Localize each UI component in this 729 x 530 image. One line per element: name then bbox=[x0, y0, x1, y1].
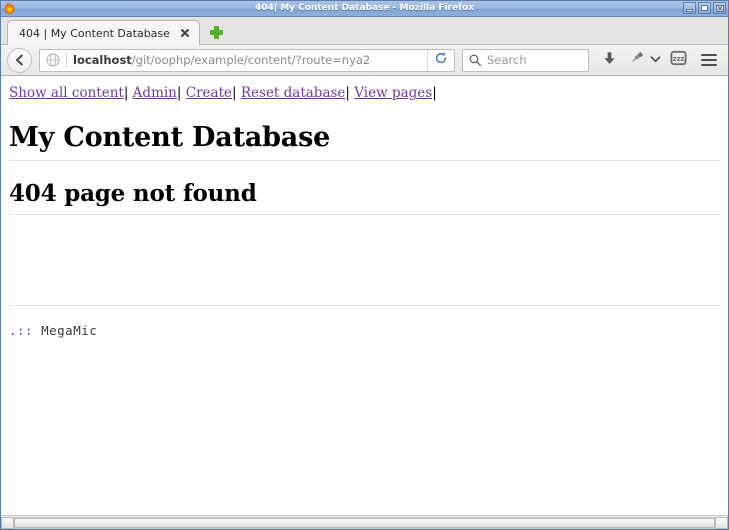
minimize-button[interactable] bbox=[683, 2, 696, 14]
back-arrow-icon bbox=[13, 53, 27, 67]
nav-separator-1: | bbox=[123, 85, 129, 101]
window-titlebar: 404| My Content Database - Mozilla Firef… bbox=[1, 1, 728, 17]
footer-brand: .:: MegaMic bbox=[9, 323, 97, 338]
nav-link-show-all-content[interactable]: Show all content bbox=[9, 85, 124, 101]
zzz-pocket-icon: zzz bbox=[669, 50, 687, 71]
hamburger-menu-button[interactable] bbox=[696, 48, 722, 72]
page-footer: .:: MegaMic bbox=[9, 304, 720, 339]
horizontal-scrollbar[interactable] bbox=[1, 515, 728, 529]
reload-button[interactable] bbox=[427, 49, 454, 71]
window-controls bbox=[683, 2, 726, 14]
url-text: localhost/git/oophp/example/content/?rou… bbox=[73, 53, 427, 67]
footer-dots: .:: bbox=[9, 322, 34, 338]
url-bar[interactable]: localhost/git/oophp/example/content/?rou… bbox=[39, 48, 455, 72]
chevron-down-icon bbox=[650, 51, 661, 69]
pocket-button[interactable]: zzz bbox=[666, 48, 690, 72]
download-arrow-icon bbox=[602, 50, 617, 71]
addon-button[interactable] bbox=[625, 48, 649, 72]
reload-icon bbox=[434, 51, 448, 70]
navigation-toolbar: localhost/git/oophp/example/content/?rou… bbox=[1, 45, 728, 76]
nav-link-create[interactable]: Create bbox=[186, 85, 232, 101]
hamburger-bar-1 bbox=[701, 59, 717, 61]
page-viewport: Show all content| Admin| Create| Reset d… bbox=[1, 76, 728, 515]
nav-separator-5: | bbox=[432, 85, 437, 101]
hamburger-bar-2 bbox=[701, 64, 717, 66]
url-host: localhost bbox=[73, 53, 132, 67]
close-button[interactable] bbox=[713, 2, 726, 14]
footer-brand-name: MegaMic bbox=[41, 322, 98, 338]
globe-icon[interactable] bbox=[45, 52, 61, 68]
search-placeholder: Search bbox=[487, 53, 527, 67]
window-title: 404| My Content Database - Mozilla Firef… bbox=[254, 3, 475, 13]
nav-separator-3: | bbox=[232, 85, 237, 101]
tab-label: 404 | My Content Database bbox=[19, 26, 170, 40]
nav-link-view-pages[interactable]: View pages bbox=[354, 85, 432, 101]
scrollbar-thumb[interactable] bbox=[14, 517, 715, 528]
svg-text:zzz: zzz bbox=[672, 54, 684, 62]
search-bar[interactable]: Search bbox=[462, 48, 589, 72]
browser-window: 404| My Content Database - Mozilla Firef… bbox=[0, 0, 729, 530]
close-icon[interactable] bbox=[178, 26, 192, 40]
search-icon bbox=[468, 53, 482, 67]
site-navigation: Show all content| Admin| Create| Reset d… bbox=[9, 85, 720, 102]
pin-icon bbox=[630, 50, 645, 70]
browser-tab[interactable]: 404 | My Content Database bbox=[7, 20, 200, 45]
web-page: Show all content| Admin| Create| Reset d… bbox=[1, 77, 728, 515]
nav-link-admin[interactable]: Admin bbox=[133, 85, 177, 101]
nav-separator-4: | bbox=[345, 85, 350, 101]
new-tab-button[interactable] bbox=[206, 21, 228, 43]
scroll-left-arrow[interactable] bbox=[1, 516, 14, 529]
scroll-right-arrow[interactable] bbox=[715, 516, 728, 529]
addon-dropdown[interactable] bbox=[649, 51, 662, 69]
url-separator bbox=[66, 52, 67, 68]
hamburger-menu-icon bbox=[701, 54, 717, 56]
main-content-region bbox=[9, 215, 720, 305]
page-subtitle: 404 page not found bbox=[9, 180, 720, 215]
url-path: /git/oophp/example/content/?route=nya2 bbox=[131, 53, 371, 67]
scrollbar-track[interactable] bbox=[14, 516, 715, 529]
nav-separator-2: | bbox=[176, 85, 182, 101]
back-button[interactable] bbox=[7, 47, 32, 73]
downloads-button[interactable] bbox=[597, 48, 621, 72]
tab-strip: 404 | My Content Database bbox=[1, 17, 728, 45]
nav-link-reset-database[interactable]: Reset database bbox=[241, 85, 346, 101]
page-title: My Content Database bbox=[9, 122, 720, 161]
firefox-logo-icon bbox=[3, 2, 16, 15]
maximize-button[interactable] bbox=[698, 2, 711, 14]
